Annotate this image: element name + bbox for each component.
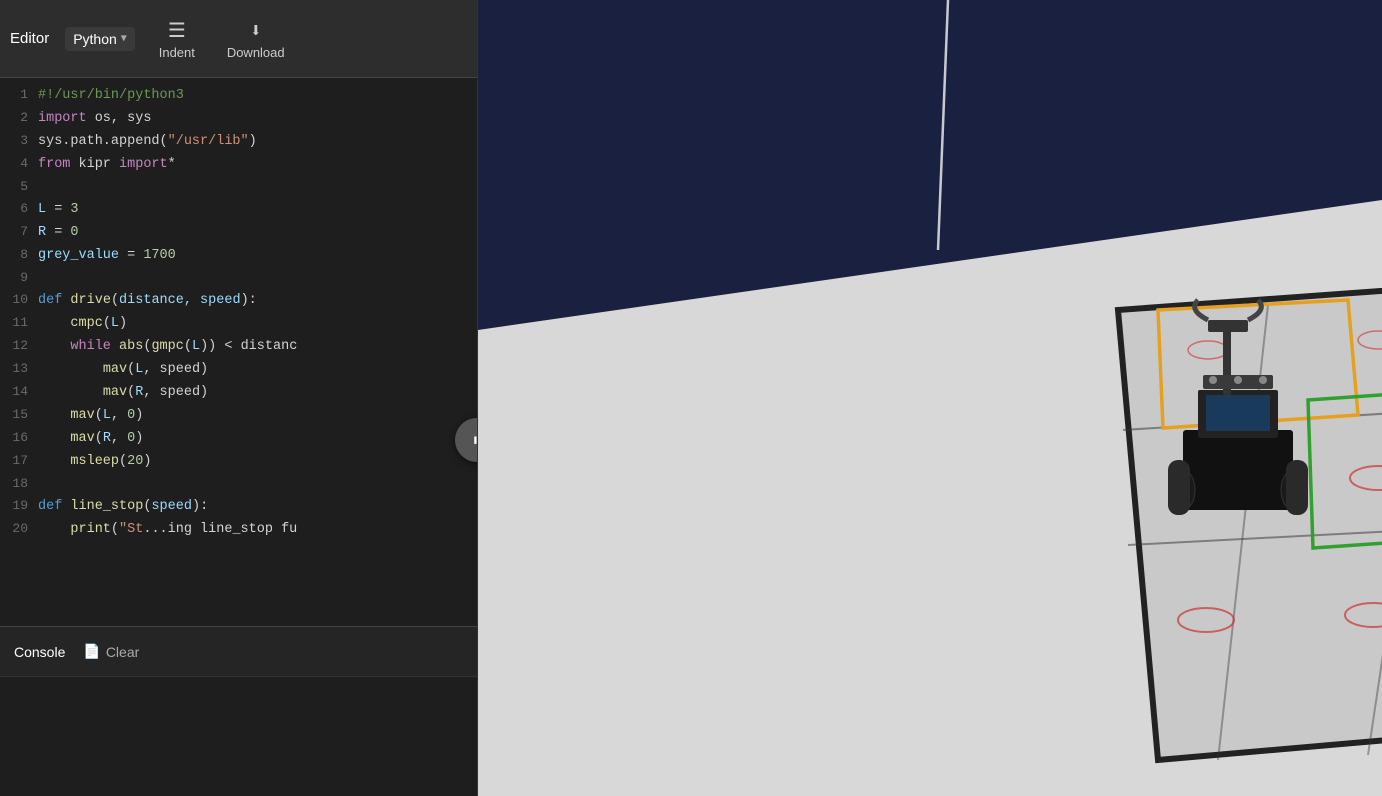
line-number: 14 [0, 381, 38, 403]
line-content: R = 0 [38, 222, 477, 244]
table-row: 13 mav(L, speed) [0, 358, 477, 381]
line-number: 16 [0, 427, 38, 449]
language-label: Python [73, 31, 117, 47]
clear-button[interactable]: 📄 Clear [75, 639, 147, 664]
console-content[interactable] [0, 676, 477, 796]
line-content: mav(L, 0) [38, 405, 477, 427]
table-row: 14 mav(R, speed) [0, 381, 477, 404]
line-content: from kipr import* [38, 154, 477, 176]
line-number: 20 [0, 518, 38, 540]
table-row: 10def drive(distance, speed): [0, 289, 477, 312]
table-row: 4from kipr import* [0, 153, 477, 176]
line-number: 8 [0, 244, 38, 266]
clear-label: Clear [106, 644, 139, 660]
table-row: 17 msleep(20) [0, 450, 477, 473]
code-editor[interactable]: 1#!/usr/bin/python32import os, sys3sys.p… [0, 78, 477, 626]
line-content: mav(R, speed) [38, 382, 477, 404]
table-row: 18 [0, 473, 477, 495]
code-lines: 1#!/usr/bin/python32import os, sys3sys.p… [0, 78, 477, 547]
line-number: 19 [0, 495, 38, 517]
table-row: 20 print("St...ing line_stop fu [0, 518, 477, 541]
table-row: 11 cmpc(L) [0, 312, 477, 335]
line-number: 1 [0, 84, 38, 106]
simulation-panel [478, 0, 1382, 796]
line-content: cmpc(L) [38, 313, 477, 335]
line-number: 12 [0, 335, 38, 357]
scene-container [478, 0, 1382, 796]
line-content: #!/usr/bin/python3 [38, 85, 477, 107]
pause-icon: ⏸ [473, 430, 478, 451]
download-button[interactable]: ⬇ Download [219, 14, 293, 64]
line-content: grey_value = 1700 [38, 245, 477, 267]
table-row: 12 while abs(gmpc(L)) < distanc [0, 335, 477, 358]
line-number: 4 [0, 153, 38, 175]
line-content: mav(R, 0) [38, 428, 477, 450]
line-number: 6 [0, 198, 38, 220]
line-number: 17 [0, 450, 38, 472]
toolbar: Editor Python ▼ ☰ Indent ⬇ Download [0, 0, 477, 78]
line-content: msleep(20) [38, 451, 477, 473]
indent-icon: ☰ [168, 18, 186, 42]
console-label: Console [14, 644, 65, 660]
line-content: L = 3 [38, 199, 477, 221]
table-row: 7R = 0 [0, 221, 477, 244]
table-row: 6L = 3 [0, 198, 477, 221]
scene-svg [478, 0, 1382, 796]
table-row: 19def line_stop(speed): [0, 495, 477, 518]
line-number: 10 [0, 289, 38, 311]
line-number: 5 [0, 176, 38, 198]
line-number: 7 [0, 221, 38, 243]
line-content: def line_stop(speed): [38, 496, 477, 518]
line-content: mav(L, speed) [38, 359, 477, 381]
table-row: 15 mav(L, 0) [0, 404, 477, 427]
table-row: 2import os, sys [0, 107, 477, 130]
line-number: 2 [0, 107, 38, 129]
line-content: def drive(distance, speed): [38, 290, 477, 312]
download-label: Download [227, 45, 285, 60]
console-bar: Console 📄 Clear [0, 626, 477, 676]
indent-button[interactable]: ☰ Indent [147, 14, 207, 64]
line-number: 15 [0, 404, 38, 426]
line-number: 3 [0, 130, 38, 152]
line-content: import os, sys [38, 108, 477, 130]
table-row: 1#!/usr/bin/python3 [0, 84, 477, 107]
line-number: 18 [0, 473, 38, 495]
table-row: 16 mav(R, 0) [0, 427, 477, 450]
table-row: 9 [0, 267, 477, 289]
clear-icon: 📄 [83, 643, 100, 660]
indent-label: Indent [159, 45, 195, 60]
chevron-down-icon: ▼ [121, 33, 127, 44]
line-content: sys.path.append("/usr/lib") [38, 131, 477, 153]
editor-label: Editor [10, 30, 49, 47]
line-number: 9 [0, 267, 38, 289]
table-row: 8grey_value = 1700 [0, 244, 477, 267]
table-row: 5 [0, 176, 477, 198]
language-selector[interactable]: Python ▼ [65, 27, 135, 51]
download-icon: ⬇ [250, 18, 262, 42]
table-row: 3sys.path.append("/usr/lib") [0, 130, 477, 153]
line-content: print("St...ing line_stop fu [38, 519, 477, 541]
line-number: 13 [0, 358, 38, 380]
line-content: while abs(gmpc(L)) < distanc [38, 336, 477, 358]
editor-panel: Editor Python ▼ ☰ Indent ⬇ Download 1#!/… [0, 0, 478, 796]
line-number: 11 [0, 312, 38, 334]
